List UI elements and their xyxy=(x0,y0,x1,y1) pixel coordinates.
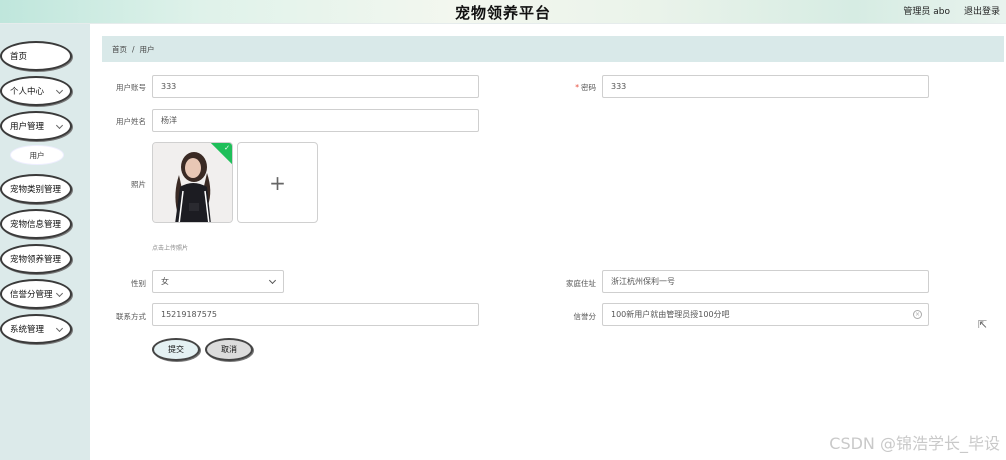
chevron-down-icon xyxy=(55,289,64,298)
sidebar: 首页 个人中心 用户管理 用户 宠物类别管理 宠物信息管理 宠物领养管理 信誉分… xyxy=(0,24,90,460)
breadcrumb: 首页 / 用户 xyxy=(102,36,1004,62)
sidebar-item-label: 系统管理 xyxy=(10,325,45,335)
address-label: 家庭住址 xyxy=(566,279,596,288)
sidebar-item-pet-adoption[interactable]: 宠物领养管理 xyxy=(0,244,72,274)
header-actions: 管理员 abo 退出登录 xyxy=(903,4,1000,17)
credit-value: 100新用户就由管理员授100分吧 xyxy=(611,310,730,319)
sidebar-item-label: 用户管理 xyxy=(10,122,45,132)
sidebar-item-credit[interactable]: 信誉分管理 xyxy=(0,279,72,309)
chevron-down-icon xyxy=(268,276,277,285)
watermark: CSDN @锦浩学长_毕设 xyxy=(829,434,1000,453)
breadcrumb-current: 用户 xyxy=(139,44,155,54)
account-value: 333 xyxy=(161,82,177,91)
sidebar-item-home[interactable]: 首页 xyxy=(0,41,72,71)
sidebar-subitem-users[interactable]: 用户 xyxy=(10,145,64,165)
uploaded-photo[interactable]: ✓ xyxy=(152,142,233,223)
sidebar-item-profile[interactable]: 个人中心 xyxy=(0,76,72,106)
password-label: * 密码 xyxy=(552,82,596,93)
phone-input[interactable]: 15219187575 xyxy=(152,303,479,326)
password-value: 333 xyxy=(611,82,627,91)
sidebar-item-system[interactable]: 系统管理 xyxy=(0,314,72,344)
sidebar-item-label: 宠物信息管理 xyxy=(10,220,62,230)
sidebar-item-pet-info[interactable]: 宠物信息管理 xyxy=(0,209,72,239)
chevron-down-icon xyxy=(55,121,64,130)
address-value: 浙江杭州保利一号 xyxy=(611,277,675,286)
clear-icon[interactable]: × xyxy=(913,310,922,319)
phone-value: 15219187575 xyxy=(161,310,217,319)
top-header: 宠物领养平台 管理员 abo 退出登录 xyxy=(0,0,1006,24)
gender-value: 女 xyxy=(161,277,169,286)
name-value: 杨洋 xyxy=(161,116,177,125)
name-input[interactable]: 杨洋 xyxy=(152,109,479,132)
app-title: 宠物领养平台 xyxy=(454,4,551,22)
required-mark: * xyxy=(575,83,579,92)
password-label-text: 密码 xyxy=(581,83,596,92)
sidebar-item-label: 信誉分管理 xyxy=(10,290,53,300)
phone-label: 联系方式 xyxy=(116,312,146,321)
sidebar-item-label: 个人中心 xyxy=(10,87,45,97)
gender-label: 性别 xyxy=(131,279,146,288)
breadcrumb-home[interactable]: 首页 xyxy=(112,44,127,55)
photo-image xyxy=(153,143,232,222)
sidebar-item-label: 宠物领养管理 xyxy=(10,255,62,265)
account-input[interactable]: 333 xyxy=(152,75,479,98)
sidebar-item-label: 首页 xyxy=(10,52,28,62)
upload-hint: 点击上传照片 xyxy=(152,245,189,252)
account-label: 用户账号 xyxy=(116,83,146,92)
sidebar-item-pet-category[interactable]: 宠物类别管理 xyxy=(0,174,72,204)
credit-input[interactable]: 100新用户就由管理员授100分吧 × xyxy=(602,303,929,326)
sidebar-item-label: 宠物类别管理 xyxy=(10,185,62,195)
current-user: 管理员 abo xyxy=(903,7,950,17)
chevron-down-icon xyxy=(55,86,64,95)
credit-label: 信誉分 xyxy=(573,312,597,321)
submit-button[interactable]: 提交 xyxy=(152,338,200,361)
gender-select[interactable]: 女 xyxy=(152,270,284,293)
sidebar-item-user-management[interactable]: 用户管理 xyxy=(0,111,72,141)
cancel-button[interactable]: 取消 xyxy=(205,338,253,361)
password-input[interactable]: 333 xyxy=(602,75,929,98)
check-icon: ✓ xyxy=(224,144,230,152)
address-input[interactable]: 浙江杭州保利一号 xyxy=(602,270,929,293)
chevron-down-icon xyxy=(55,324,64,333)
logout-link[interactable]: 退出登录 xyxy=(964,4,1000,17)
photo-label: 照片 xyxy=(131,180,146,189)
mouse-cursor-icon: ⇱ xyxy=(978,318,988,331)
plus-icon: + xyxy=(269,170,286,195)
breadcrumb-separator: / xyxy=(132,44,135,54)
upload-button[interactable]: + xyxy=(237,142,318,223)
name-label: 用户姓名 xyxy=(116,117,146,126)
